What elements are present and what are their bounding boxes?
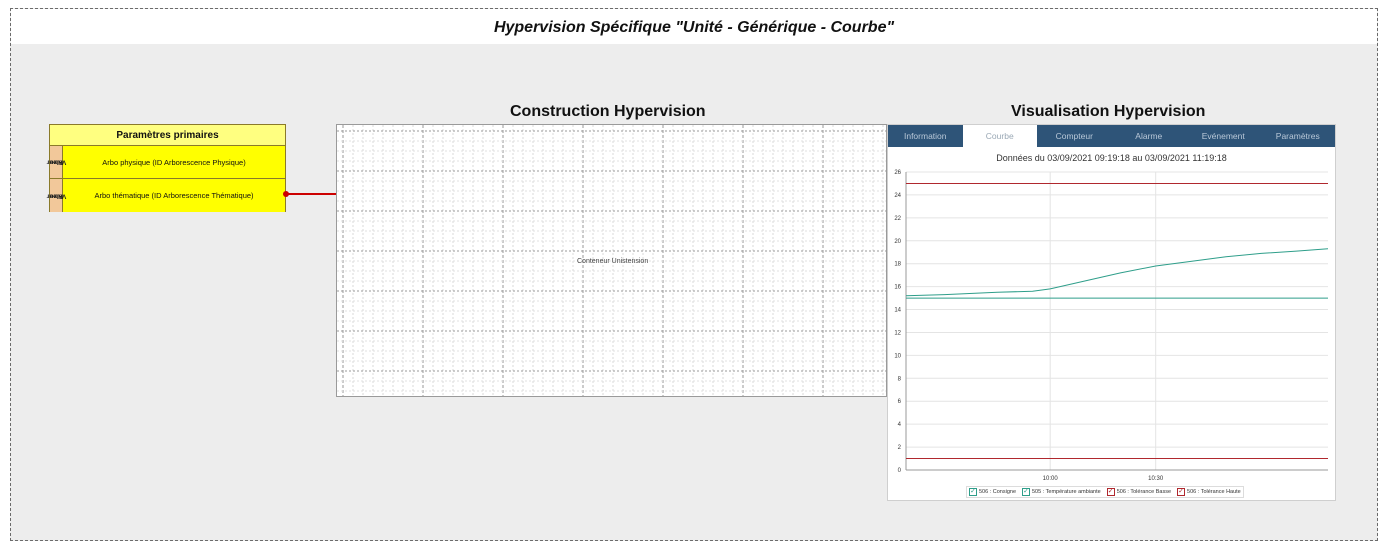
container-label: Conteneur Unistension	[577, 258, 649, 265]
checkbox-icon[interactable]: ✓	[1177, 488, 1186, 496]
tab-information[interactable]: Information	[888, 125, 963, 147]
fixed-value-tag: Valeur Fixe	[46, 179, 66, 212]
y-tick-label: 24	[894, 193, 901, 199]
tab-alarme[interactable]: Alarme	[1112, 125, 1187, 147]
y-tick-label: 22	[894, 216, 901, 222]
y-tick-label: 2	[898, 445, 902, 451]
temperature-chart[interactable]: 0246810121416182022242610:00 10:30	[888, 163, 1335, 485]
construction-canvas[interactable]: Conteneur Unistension	[336, 124, 887, 397]
param-label: Arbo thématique (ID Arborescence Thémati…	[63, 179, 285, 212]
chart-legend: ✓ 506 : Consigne ✓ 505 : Température amb…	[966, 486, 1244, 498]
legend-item-temperature[interactable]: ✓ 505 : Température ambiante	[1022, 488, 1101, 496]
y-tick-label: 20	[894, 239, 901, 245]
tab-compteur[interactable]: Compteur	[1037, 125, 1112, 147]
page-title: Hypervision Spécifique "Unité - Génériqu…	[11, 9, 1377, 44]
y-tick-label: 0	[898, 468, 902, 474]
y-tick-label: 6	[898, 399, 902, 405]
tab-courbe[interactable]: Courbe	[962, 125, 1037, 147]
y-tick-label: 10	[894, 353, 901, 359]
visualisation-title: Visualisation Hypervision	[1011, 103, 1206, 120]
link-anchor-dot[interactable]	[283, 191, 289, 197]
y-tick-label: 12	[894, 330, 901, 336]
y-tick-label: 16	[894, 285, 901, 291]
y-tick-label: 4	[898, 422, 902, 428]
checkbox-icon[interactable]: ✓	[1106, 488, 1115, 496]
y-tick-label: 8	[898, 376, 902, 382]
legend-item-consigne[interactable]: ✓ 506 : Consigne	[969, 488, 1016, 496]
visualisation-tabs: Information Courbe Compteur Alarme Evéne…	[888, 125, 1335, 147]
construction-title: Construction Hypervision	[510, 103, 706, 120]
y-tick-label: 14	[894, 308, 901, 314]
date-range-header: Données du 03/09/2021 09:19:18 au 03/09/…	[996, 153, 1227, 163]
y-tick-label: 26	[894, 170, 901, 176]
y-tick-label: 18	[894, 262, 901, 268]
params-header: Paramètres primaires	[50, 125, 285, 146]
primary-parameters-box: Paramètres primaires Valeur Fixe Arbo phy…	[46, 124, 286, 212]
visualisation-panel: Information Courbe Compteur Alarme Evéne…	[887, 124, 1336, 501]
legend-item-tolerance-basse[interactable]: ✓ 506 : Tolérance Basse	[1106, 488, 1171, 496]
x-tick-label: 10:30	[1148, 476, 1164, 482]
param-label: Arbo physique (ID Arborescence Physique)	[63, 146, 285, 178]
checkbox-icon[interactable]: ✓	[969, 488, 977, 496]
x-tick-label: 10:00	[1043, 476, 1059, 482]
tab-parametres[interactable]: Paramètres	[1261, 125, 1336, 147]
fixed-value-tag: Valeur Fixe	[46, 146, 66, 178]
param-row-physique[interactable]: Valeur Fixe Arbo physique (ID Arborescenc…	[46, 146, 285, 179]
series-1-line	[905, 248, 1329, 297]
checkbox-icon[interactable]: ✓	[1022, 488, 1030, 496]
link-connector	[286, 193, 336, 195]
legend-item-tolerance-haute[interactable]: ✓ 506 : Tolérance Haute	[1177, 488, 1241, 496]
tab-evenement[interactable]: Evénement	[1186, 125, 1261, 147]
param-row-thematique[interactable]: Valeur Fixe Arbo thématique (ID Arboresce…	[46, 179, 285, 212]
